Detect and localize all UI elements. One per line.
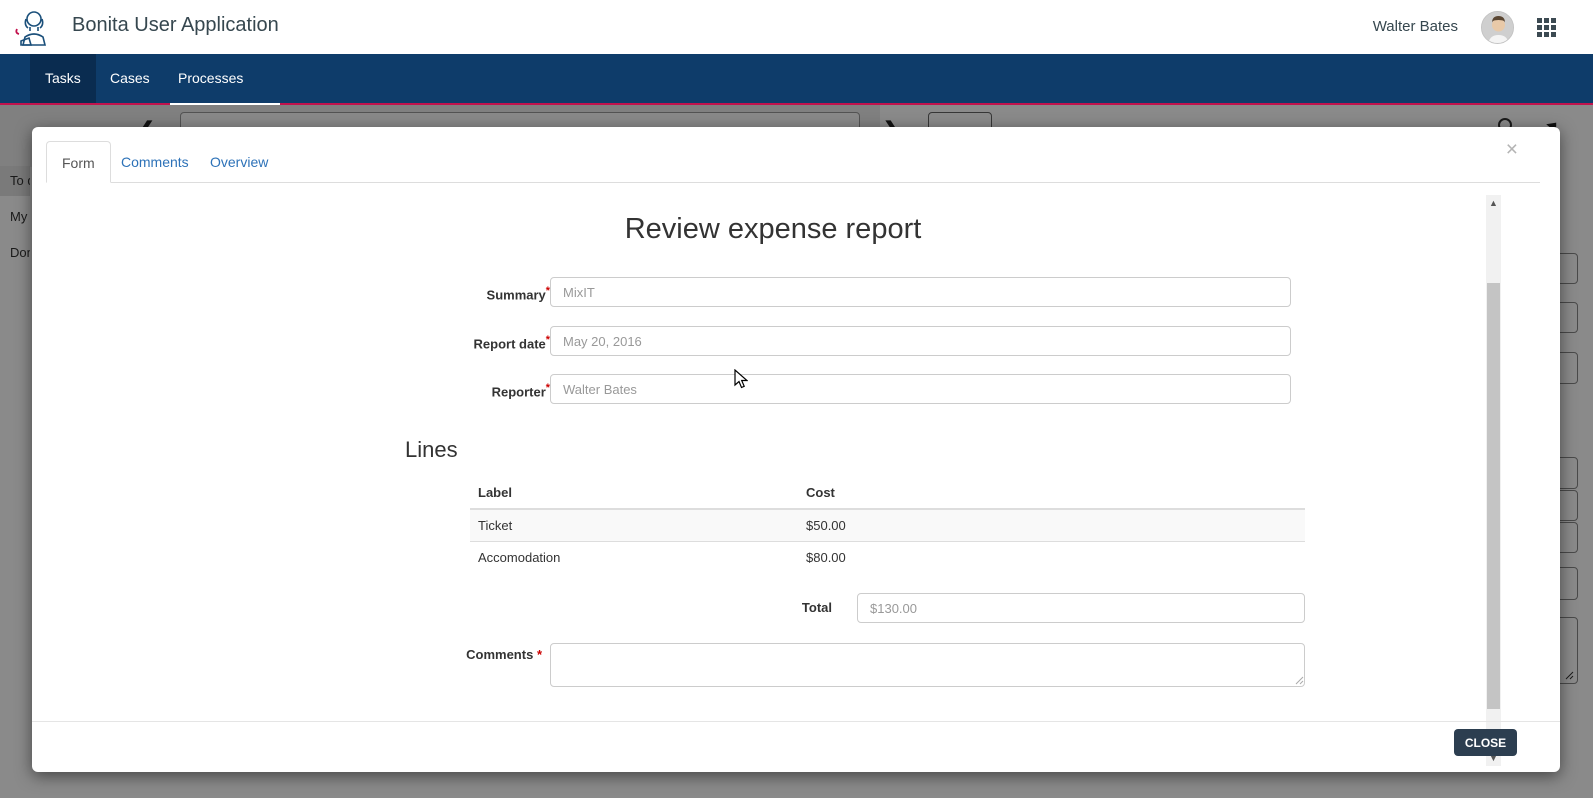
report-date-field-wrap — [550, 326, 1291, 356]
reporter-label: Reporter* — [410, 382, 550, 399]
comments-textarea[interactable] — [550, 643, 1305, 687]
tab-form[interactable]: Form — [46, 141, 111, 183]
lines-heading: Lines — [405, 437, 458, 463]
table-row[interactable]: Accomodation $80.00 — [470, 542, 1305, 574]
reporter-field-wrap — [550, 374, 1291, 404]
line-label: Ticket — [470, 509, 798, 542]
scrollbar-thumb[interactable] — [1487, 283, 1500, 709]
task-form-modal: × Form Comments Overview Review expense … — [32, 127, 1560, 772]
nav-tab-cases[interactable]: Cases — [95, 54, 165, 103]
close-button[interactable]: CLOSE — [1454, 729, 1517, 756]
footer-divider — [32, 721, 1560, 722]
total-field-wrap — [857, 593, 1305, 623]
summary-label: Summary* — [410, 285, 550, 302]
total-label: Total — [732, 600, 832, 615]
avatar[interactable] — [1481, 11, 1514, 44]
summary-input[interactable] — [550, 277, 1291, 307]
nav-tab-processes[interactable]: Processes — [163, 54, 258, 103]
tab-comments[interactable]: Comments — [106, 141, 204, 183]
user-name[interactable]: Walter Bates — [1373, 18, 1458, 35]
app-header: Bonita User Application Walter Bates — [0, 0, 1593, 54]
line-cost: $50.00 — [798, 509, 1305, 542]
app-title: Bonita User Application — [72, 14, 279, 37]
required-asterisk: * — [537, 647, 542, 662]
report-date-input[interactable] — [550, 326, 1291, 356]
lines-col-label: Label — [470, 477, 798, 509]
tab-overview[interactable]: Overview — [195, 141, 283, 183]
close-icon[interactable]: × — [1506, 140, 1518, 160]
total-input[interactable] — [857, 593, 1305, 623]
mouse-cursor — [734, 369, 748, 389]
apps-grid-icon[interactable] — [1537, 18, 1556, 37]
report-date-label: Report date* — [410, 334, 550, 351]
bonita-logo-icon — [13, 7, 51, 49]
line-cost: $80.00 — [798, 542, 1305, 574]
comments-label: Comments * — [382, 647, 542, 662]
summary-field-wrap — [550, 277, 1291, 307]
form-title: Review expense report — [240, 213, 1306, 246]
main-nav: Tasks Cases Processes — [0, 54, 1593, 103]
form-scrollbar[interactable]: ▲ ▼ — [1486, 195, 1501, 766]
avatar-photo — [1482, 12, 1514, 44]
table-row[interactable]: Ticket $50.00 — [470, 509, 1305, 542]
lines-table: Label Cost Ticket $50.00 Accomodation $8… — [470, 477, 1305, 573]
lines-col-cost: Cost — [798, 477, 1305, 509]
reporter-input[interactable] — [550, 374, 1291, 404]
resize-handle-icon — [1295, 676, 1304, 685]
scroll-up-icon[interactable]: ▲ — [1486, 195, 1501, 211]
line-label: Accomodation — [470, 542, 798, 574]
logo-red-accent — [16, 29, 19, 34]
nav-tab-tasks[interactable]: Tasks — [30, 54, 96, 103]
